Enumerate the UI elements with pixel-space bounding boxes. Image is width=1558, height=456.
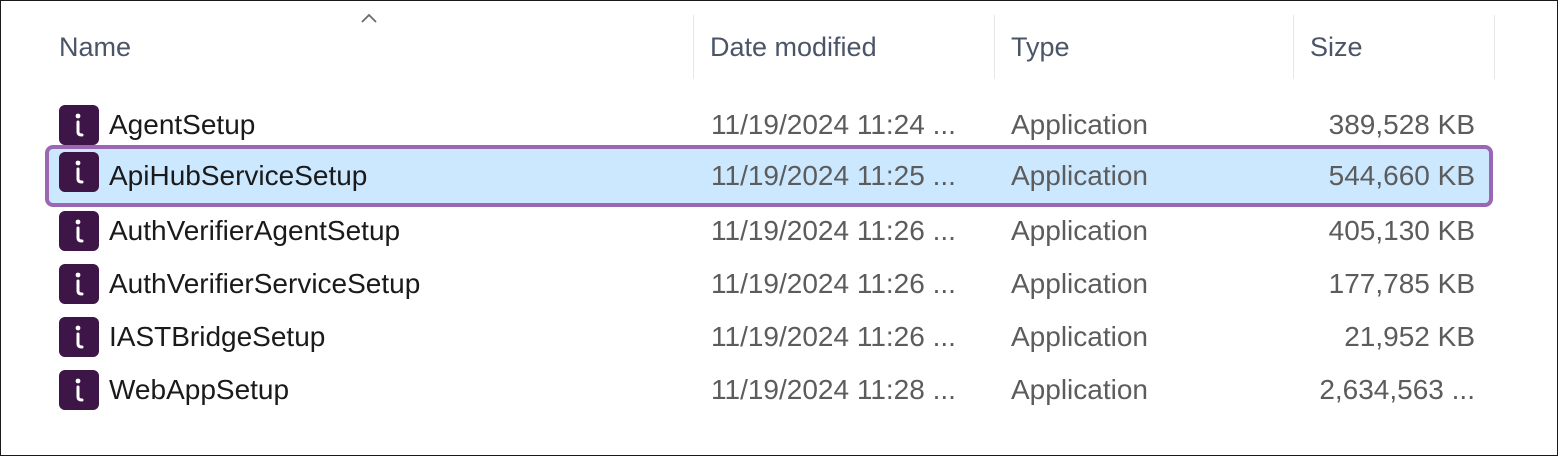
file-type: Application bbox=[1011, 321, 1148, 352]
file-size: 21,952 KB bbox=[1344, 321, 1475, 352]
file-date-modified: 11/19/2024 11:26 ... bbox=[711, 268, 956, 299]
file-row-authverifierservicesetup[interactable]: AuthVerifierServiceSetup 11/19/2024 11:2… bbox=[47, 258, 1491, 310]
file-name: AgentSetup bbox=[109, 109, 256, 140]
column-header-date-label: Date modified bbox=[710, 31, 877, 62]
file-size: 389,528 KB bbox=[1328, 109, 1475, 140]
file-size: 405,130 KB bbox=[1328, 215, 1475, 246]
file-type: Application bbox=[1011, 215, 1148, 246]
file-date-modified: 11/19/2024 11:26 ... bbox=[711, 321, 956, 352]
column-header-size-label: Size bbox=[1310, 31, 1363, 62]
file-name: AuthVerifierServiceSetup bbox=[109, 268, 421, 299]
file-name: ApiHubServiceSetup bbox=[109, 160, 368, 191]
file-type: Application bbox=[1011, 160, 1148, 191]
file-type: Application bbox=[1011, 374, 1148, 405]
column-header-date-modified[interactable]: Date modified bbox=[694, 15, 994, 79]
file-row-authverifieragentsetup[interactable]: AuthVerifierAgentSetup 11/19/2024 11:26 … bbox=[47, 205, 1491, 257]
file-name: WebAppSetup bbox=[109, 374, 290, 405]
file-date-modified: 11/19/2024 11:24 ... bbox=[711, 109, 956, 140]
file-row-webappsetup[interactable]: WebAppSetup 11/19/2024 11:28 ... Applica… bbox=[47, 364, 1491, 416]
installer-app-icon bbox=[59, 211, 99, 251]
file-name: IASTBridgeSetup bbox=[109, 321, 326, 352]
file-size: 2,634,563 ... bbox=[1319, 374, 1475, 405]
installer-app-icon bbox=[59, 317, 99, 357]
installer-app-icon bbox=[59, 370, 99, 410]
column-header-name-label: Name bbox=[59, 31, 132, 62]
file-row-agentsetup[interactable]: AgentSetup 11/19/2024 11:24 ... Applicat… bbox=[47, 99, 1491, 151]
file-date-modified: 11/19/2024 11:28 ... bbox=[711, 374, 956, 405]
installer-app-icon bbox=[59, 152, 99, 192]
file-size: 544,660 KB bbox=[1328, 160, 1475, 191]
file-type: Application bbox=[1011, 109, 1148, 140]
file-size: 177,785 KB bbox=[1328, 268, 1475, 299]
file-row-iastbridgesetup[interactable]: IASTBridgeSetup 11/19/2024 11:26 ... App… bbox=[47, 311, 1491, 363]
installer-app-icon bbox=[59, 105, 99, 145]
file-date-modified: 11/19/2024 11:26 ... bbox=[711, 215, 956, 246]
installer-app-icon bbox=[59, 264, 99, 304]
column-header-name[interactable]: Name bbox=[43, 15, 693, 79]
file-name: AuthVerifierAgentSetup bbox=[109, 215, 401, 246]
column-divider[interactable] bbox=[1494, 15, 1495, 79]
file-row-apihubservicesetup[interactable]: ApiHubServiceSetup 11/19/2024 11:25 ... … bbox=[45, 145, 1493, 207]
column-header-size[interactable]: Size bbox=[1294, 15, 1494, 79]
column-header-type[interactable]: Type bbox=[995, 15, 1293, 79]
file-date-modified: 11/19/2024 11:25 ... bbox=[711, 160, 956, 191]
file-type: Application bbox=[1011, 268, 1148, 299]
column-header-type-label: Type bbox=[1011, 31, 1070, 62]
file-list-view: Name Date modified Type Size AgentSetup … bbox=[0, 0, 1558, 456]
column-header-row: Name Date modified Type Size bbox=[1, 1, 1557, 79]
